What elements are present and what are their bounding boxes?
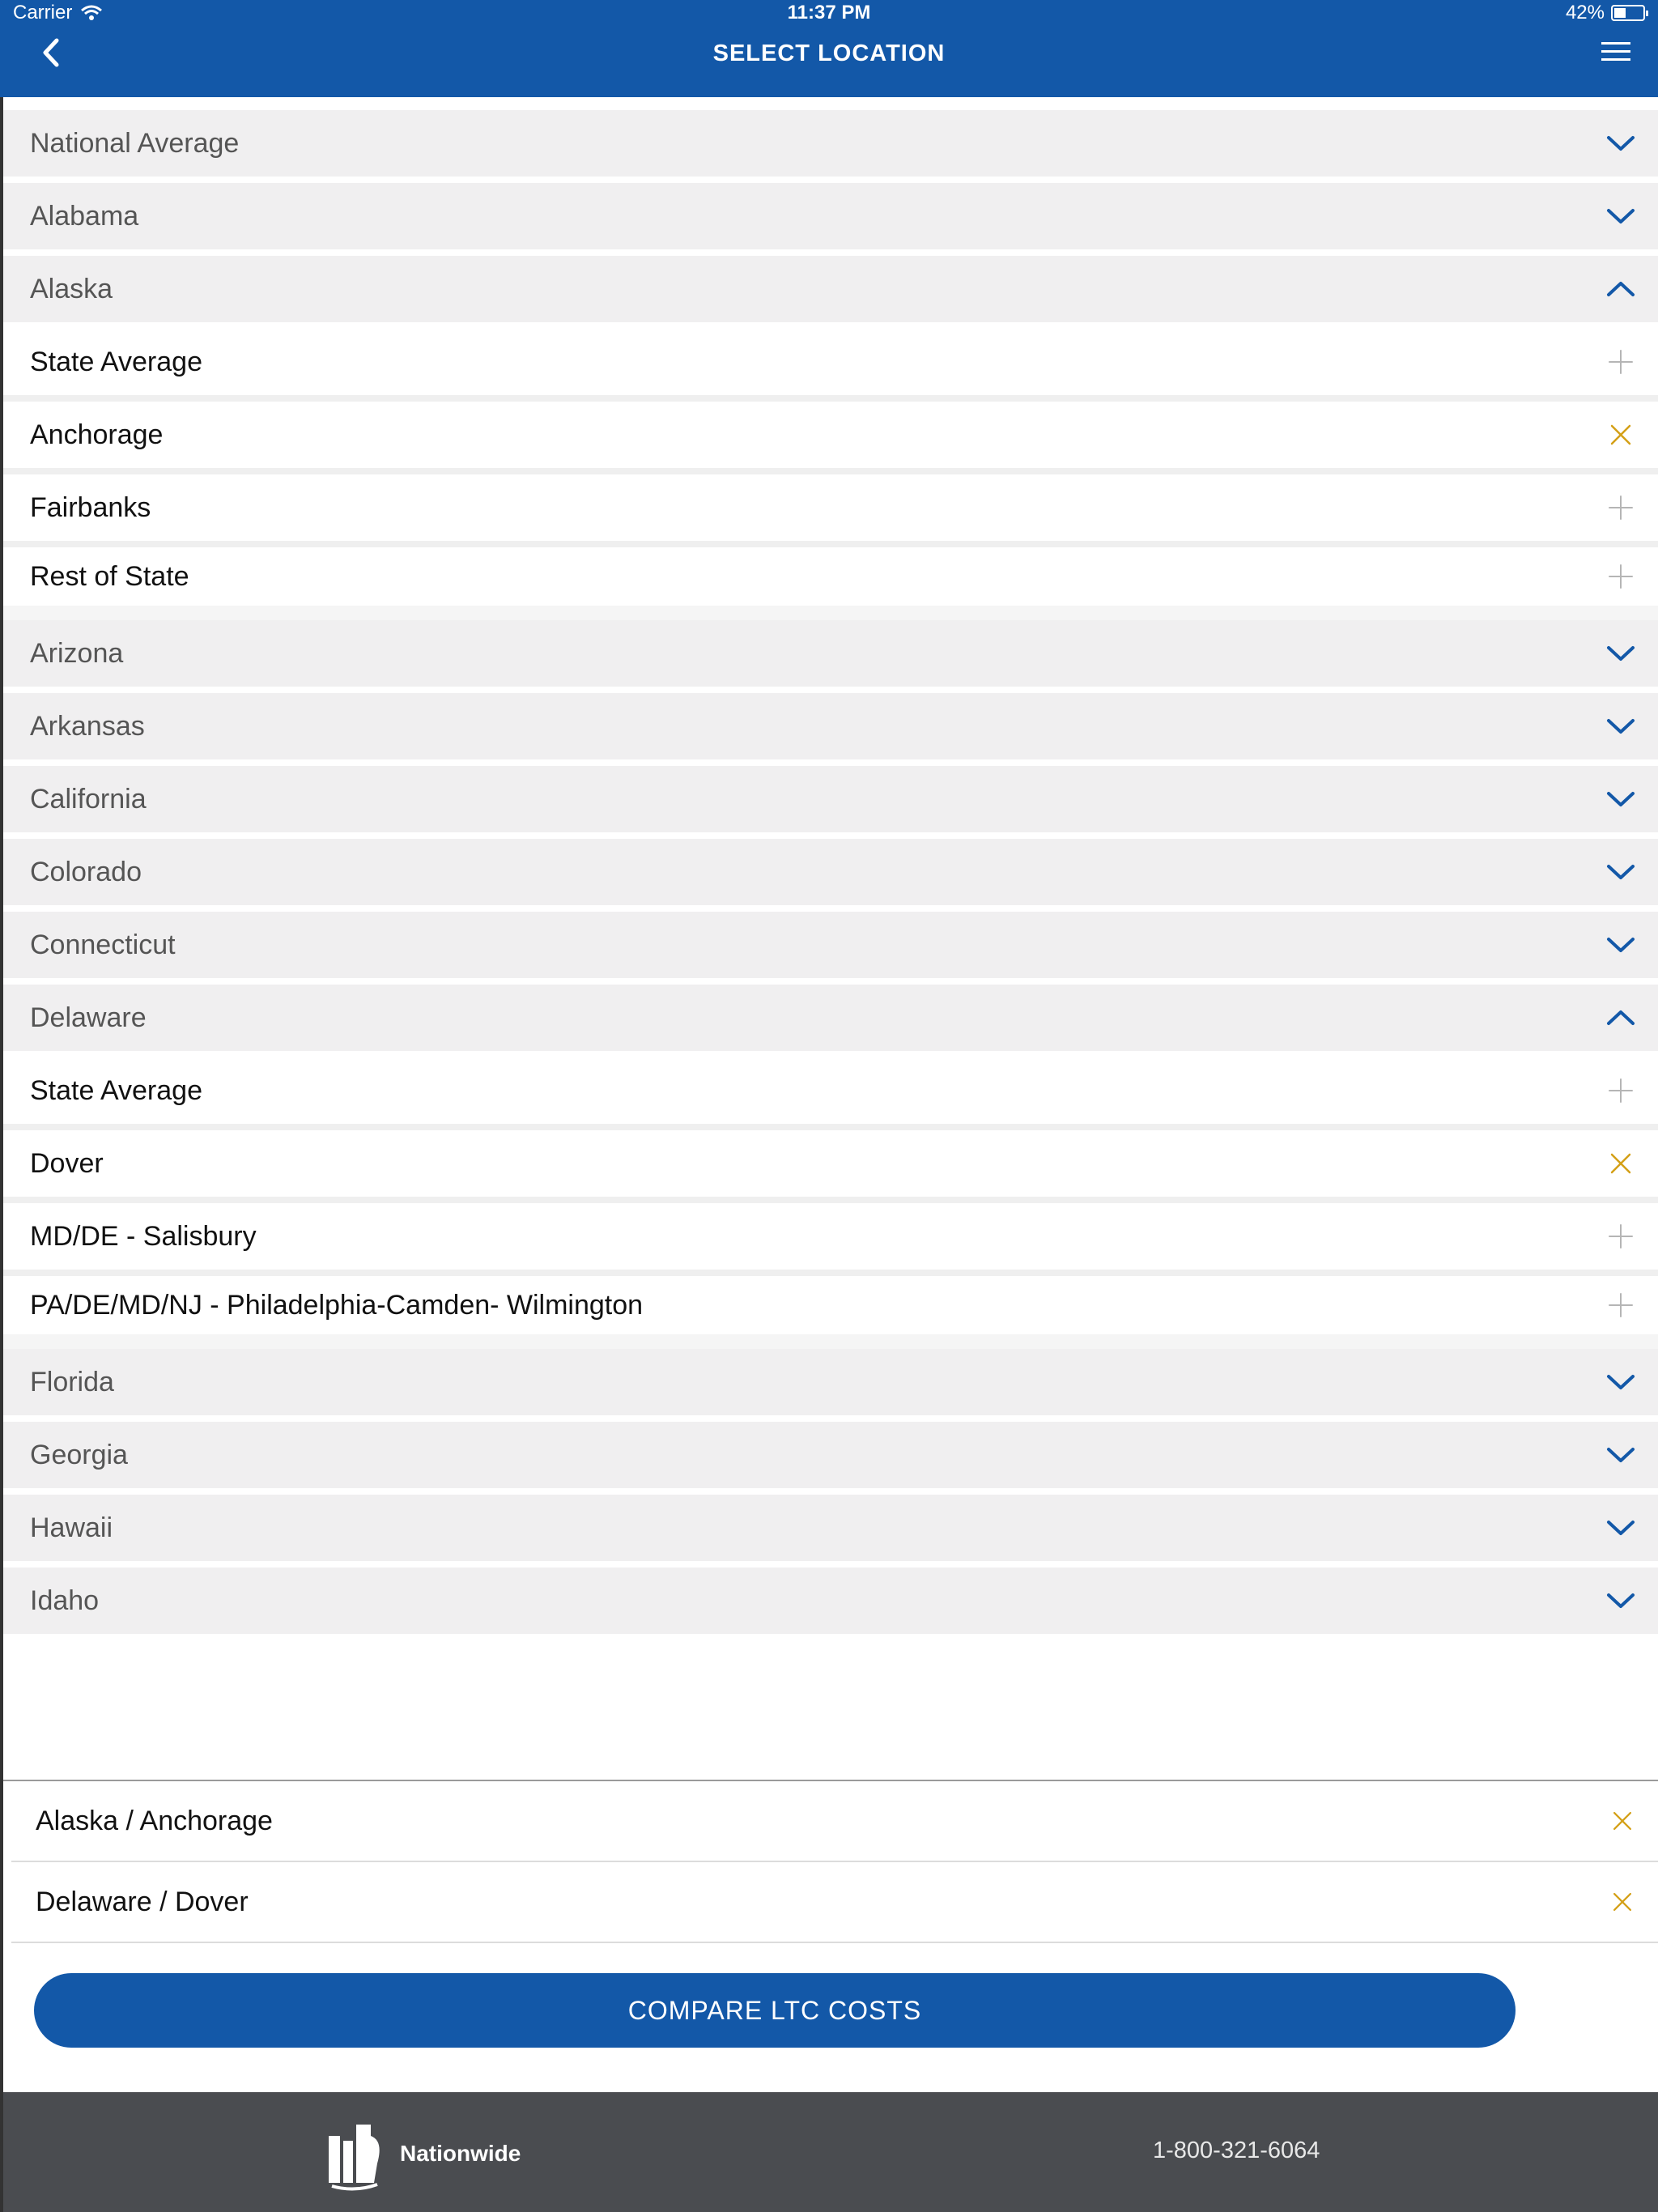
location-label: Rest of State [30, 560, 189, 592]
location-label: Idaho [30, 1585, 100, 1616]
location-label: State Average [30, 1074, 202, 1106]
state-row[interactable]: Arizona [3, 620, 1658, 693]
location-label: Hawaii [30, 1512, 113, 1543]
chevron-down-icon [1607, 719, 1635, 734]
close-icon[interactable] [1608, 1806, 1637, 1836]
chevron-down-icon [1607, 1521, 1635, 1535]
selected-location-row: Delaware / Dover [11, 1862, 1658, 1943]
state-row[interactable]: Alaska [3, 256, 1658, 329]
state-row[interactable]: Alabama [3, 183, 1658, 256]
chevron-up-icon [1607, 1010, 1635, 1025]
location-label: MD/DE - Salisbury [30, 1220, 257, 1252]
location-label: Georgia [30, 1439, 128, 1470]
city-row[interactable]: MD/DE - Salisbury [3, 1203, 1658, 1276]
chevron-down-icon [1607, 136, 1635, 151]
location-label: National Average [30, 127, 240, 159]
location-label: Colorado [30, 856, 142, 887]
eagle-frame-icon [329, 2125, 380, 2191]
chevron-down-icon [1607, 1593, 1635, 1608]
city-row[interactable]: Anchorage [3, 402, 1658, 474]
state-row[interactable]: California [3, 766, 1658, 839]
chevron-up-icon [1607, 282, 1635, 296]
location-label: Dover [30, 1147, 104, 1179]
state-row[interactable]: Georgia [3, 1422, 1658, 1495]
plus-icon [1609, 564, 1633, 589]
state-row[interactable]: Colorado [3, 839, 1658, 912]
location-label: Arizona [30, 637, 124, 669]
location-label: Alaska [30, 273, 113, 304]
state-row[interactable]: Connecticut [3, 912, 1658, 985]
plus-icon [1609, 1224, 1633, 1249]
state-row[interactable]: Delaware [3, 985, 1658, 1057]
footer: Nationwide 1-800-321-6064 [3, 2092, 1658, 2212]
location-label: Arkansas [30, 710, 145, 742]
location-label: Connecticut [30, 929, 176, 960]
chevron-down-icon [1607, 646, 1635, 661]
battery: 42% [1565, 2, 1648, 24]
plus-icon [1609, 350, 1633, 374]
chevron-down-icon [1607, 1448, 1635, 1462]
brand-wordmark: Nationwide [400, 2141, 521, 2166]
location-label: California [30, 783, 147, 815]
location-list: National Average Alabama Alaska State Avera… [3, 110, 1658, 1640]
location-label: Florida [30, 1366, 114, 1397]
page-title: SELECT LOCATION [712, 40, 946, 66]
phone-number-link[interactable]: 1-800-321-6064 [1153, 2138, 1320, 2164]
state-row[interactable]: Idaho [3, 1568, 1658, 1640]
chevron-down-icon [1607, 792, 1635, 806]
close-icon[interactable] [1608, 1887, 1637, 1916]
city-row[interactable]: Dover [3, 1130, 1658, 1203]
location-label: PA/DE/MD/NJ - Philadelphia-Camden- Wilmi… [30, 1289, 644, 1321]
plus-icon [1609, 496, 1633, 520]
location-label: Fairbanks [30, 491, 151, 523]
chevron-down-icon [1607, 938, 1635, 952]
selected-location-row: Alaska / Anchorage [11, 1781, 1658, 1862]
plus-icon [1609, 1078, 1633, 1103]
battery-percent: 42% [1565, 2, 1605, 23]
close-icon [1610, 1153, 1631, 1174]
selected-location-label: Alaska / Anchorage [36, 1805, 273, 1836]
battery-icon [1611, 5, 1648, 21]
location-label: Alabama [30, 200, 139, 232]
close-icon [1610, 424, 1631, 445]
chevron-down-icon [1607, 209, 1635, 223]
location-label: Delaware [30, 1002, 147, 1033]
state-row[interactable]: Arkansas [3, 693, 1658, 766]
chevron-down-icon [1607, 865, 1635, 879]
location-label: State Average [30, 346, 202, 377]
app-header: Carrier 11:37 PM 42% SELECT LOCATION [0, 0, 1658, 97]
city-row[interactable]: PA/DE/MD/NJ - Philadelphia-Camden- Wilmi… [3, 1276, 1658, 1349]
nationwide-logo: Nationwide [327, 2116, 521, 2191]
hamburger-menu-icon[interactable] [1600, 37, 1632, 66]
compare-ltc-costs-button[interactable]: COMPARE LTC COSTS [34, 1973, 1516, 2048]
city-row[interactable]: Rest of State [3, 547, 1658, 620]
selected-location-label: Delaware / Dover [36, 1886, 249, 1917]
plus-icon [1609, 1293, 1633, 1317]
state-row[interactable]: Hawaii [3, 1495, 1658, 1568]
city-row[interactable]: State Average [3, 1057, 1658, 1130]
city-row[interactable]: State Average [3, 329, 1658, 402]
location-label: Anchorage [30, 419, 164, 450]
selected-locations-panel: Alaska / Anchorage Delaware / Dover [3, 1780, 1658, 1943]
status-time: 11:37 PM [787, 2, 871, 23]
state-row[interactable]: National Average [3, 110, 1658, 183]
state-row[interactable]: Florida [3, 1349, 1658, 1422]
status-bar: Carrier 11:37 PM 42% [0, 0, 1658, 26]
city-row[interactable]: Fairbanks [3, 474, 1658, 547]
chevron-down-icon [1607, 1375, 1635, 1389]
